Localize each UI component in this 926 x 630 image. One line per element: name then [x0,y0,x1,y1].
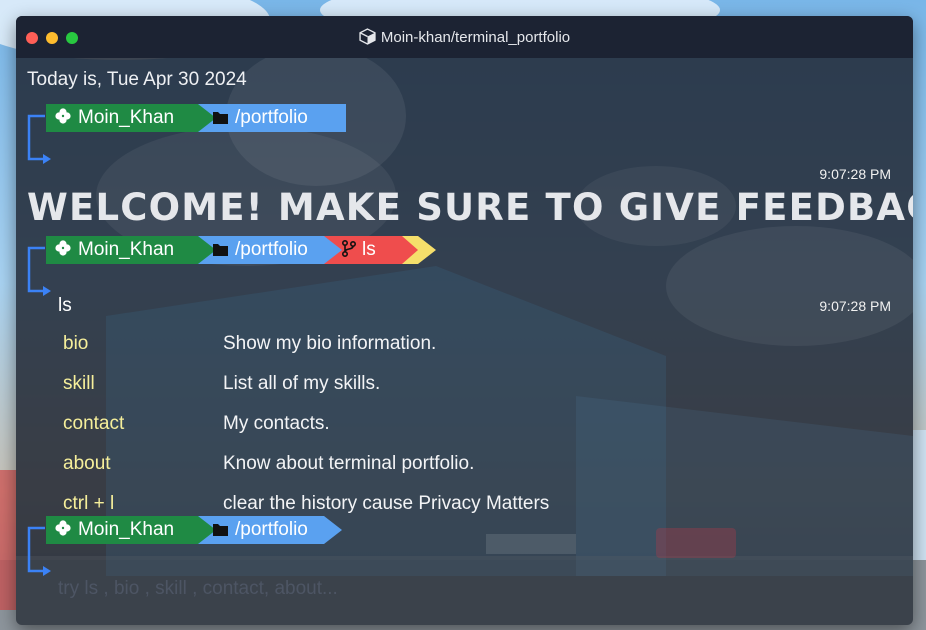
prompt-user: Moin_Khan [78,519,175,540]
clover-icon [54,238,72,266]
entered-command: ls [58,295,72,316]
prompt-dir-segment: /portfolio [212,236,308,264]
prompt-dir-segment: /portfolio [212,104,308,132]
terminal-body: Today is, Tue Apr 30 2024 Moin_Khan /por… [16,58,913,625]
title-bar: Moin-khan/terminal_portfolio [16,16,913,58]
folder-icon [212,238,229,266]
terminal-window: Moin-khan/terminal_portfolio Today is, T… [16,16,913,625]
prompt-git-label: ls [362,239,376,260]
entry-timestamp: 9:07:28 PM [819,298,891,314]
command-input[interactable] [58,576,558,602]
clover-icon [54,106,72,134]
command-name: skill [63,373,95,394]
prompt-dir: /portfolio [235,519,308,540]
date-line: Today is, Tue Apr 30 2024 [27,69,247,90]
prompt-dir: /portfolio [235,239,308,260]
prompt-dir-segment: /portfolio [212,516,308,544]
command-name: ctrl + l [63,493,115,514]
welcome-banner: WELCOME! MAKE SURE TO GIVE FEEDBACK [27,186,913,229]
command-name: contact [63,413,125,434]
prompt-user: Moin_Khan [78,107,175,128]
prompt-git-segment: ls [341,236,376,266]
command-name: bio [63,333,89,354]
command-name: about [63,453,111,474]
prompt-user-segment: Moin_Khan [54,236,174,264]
folder-icon [212,106,229,134]
prompt-user: Moin_Khan [78,239,175,260]
command-description: clear the history cause Privacy Matters [223,493,550,514]
prompt-user-segment: Moin_Khan [54,104,174,132]
command-description: My contacts. [223,413,330,434]
prompt-dir: /portfolio [235,107,308,128]
entry-timestamp: 9:07:28 PM [819,166,891,182]
command-description: Know about terminal portfolio. [223,453,475,474]
folder-icon [212,518,229,546]
window-title: Moin-khan/terminal_portfolio [16,28,913,46]
clover-icon [54,518,72,546]
command-description: List all of my skills. [223,373,381,394]
git-branch-icon [341,238,357,266]
package-icon [359,28,376,45]
prompt-user-segment: Moin_Khan [54,516,174,544]
window-title-text: Moin-khan/terminal_portfolio [380,29,571,46]
command-description: Show my bio information. [223,333,437,354]
